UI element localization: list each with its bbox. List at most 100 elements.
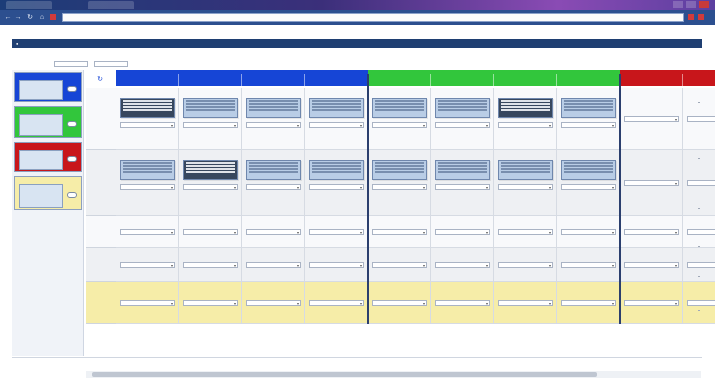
cell-select[interactable]: ▾ (498, 122, 553, 128)
left-panel-item[interactable] (14, 176, 82, 210)
cell-select[interactable]: ▾ (246, 300, 301, 306)
cell-select[interactable]: ▾ (309, 122, 364, 128)
cell-select[interactable]: ▾ (372, 300, 427, 306)
cell-select[interactable]: ▾ (372, 229, 427, 235)
column-header[interactable] (242, 74, 305, 86)
cell-select[interactable]: ▾ (435, 184, 490, 190)
cell-select[interactable]: ▾ (435, 262, 490, 268)
cell-select[interactable]: ▾ (498, 300, 553, 306)
cell-select[interactable]: ▾ (372, 184, 427, 190)
from-date-select[interactable] (54, 61, 88, 67)
cell-select[interactable]: ▾ (561, 229, 616, 235)
toggle-switch[interactable] (67, 156, 77, 162)
minimize-button[interactable] (673, 1, 683, 8)
appointment-card[interactable] (498, 160, 553, 180)
refresh-icon[interactable]: ↻ (96, 76, 104, 84)
reload-icon[interactable]: ↻ (26, 14, 34, 21)
cell-select[interactable]: ▾ (435, 229, 490, 235)
appointment-card[interactable] (561, 160, 616, 180)
column-header[interactable] (305, 74, 368, 86)
cell-select[interactable]: ▾ (624, 300, 679, 306)
toggle-switch[interactable] (67, 192, 77, 198)
appointment-card[interactable] (372, 98, 427, 118)
cell-select[interactable]: ▾ (372, 122, 427, 128)
appointment-card[interactable] (498, 98, 553, 118)
stop-icon[interactable] (50, 14, 56, 20)
horizontal-scrollbar-thumb[interactable] (92, 372, 597, 377)
cell-select[interactable]: ▾ (624, 116, 679, 122)
cell-select[interactable]: ▾ (687, 262, 715, 268)
appointment-card[interactable] (435, 98, 490, 118)
cell-select[interactable]: ▾ (435, 300, 490, 306)
cell-select[interactable]: ▾ (183, 122, 238, 128)
cell-select[interactable]: ▾ (687, 229, 715, 235)
column-header[interactable] (683, 74, 715, 86)
cell-select[interactable]: ▾ (561, 262, 616, 268)
cell-select[interactable]: ▾ (120, 262, 175, 268)
cell-select[interactable]: ▾ (372, 262, 427, 268)
cell-select[interactable]: ▾ (309, 229, 364, 235)
menu-item[interactable] (118, 40, 148, 47)
close-window-button[interactable] (699, 1, 709, 8)
column-header[interactable] (557, 74, 620, 86)
cell-select[interactable]: ▾ (561, 300, 616, 306)
column-header[interactable] (431, 74, 494, 86)
column-header[interactable] (179, 74, 242, 86)
cell-select[interactable]: ▾ (687, 180, 715, 186)
left-panel-item[interactable] (14, 142, 82, 172)
appointment-card[interactable] (183, 160, 238, 180)
cell-select[interactable]: ▾ (120, 184, 175, 190)
menu-item[interactable] (294, 40, 324, 47)
cell-select[interactable]: ▾ (498, 262, 553, 268)
column-header[interactable] (494, 74, 557, 86)
cell-select[interactable]: ▾ (498, 184, 553, 190)
appointment-card[interactable] (120, 98, 175, 118)
cell-select[interactable]: ▾ (246, 122, 301, 128)
url-input[interactable] (62, 13, 684, 22)
appointment-card[interactable] (120, 160, 175, 180)
forward-arrow-icon[interactable]: → (14, 14, 22, 21)
toggle-switch[interactable] (67, 121, 77, 127)
cell-select[interactable]: ▾ (183, 262, 238, 268)
toggle-switch[interactable] (67, 86, 77, 92)
appointment-card[interactable] (246, 98, 301, 118)
cell-select[interactable]: ▾ (687, 300, 715, 306)
cell-select[interactable]: ▾ (246, 262, 301, 268)
cell-select[interactable]: ▾ (435, 122, 490, 128)
cell-select[interactable]: ▾ (183, 300, 238, 306)
to-date-select[interactable] (94, 61, 128, 67)
cell-select[interactable]: ▾ (246, 229, 301, 235)
cell-select[interactable]: ▾ (561, 184, 616, 190)
cell-select[interactable]: ▾ (246, 184, 301, 190)
menu-item[interactable] (214, 40, 242, 47)
appointment-card[interactable] (309, 98, 364, 118)
appointment-card[interactable] (246, 160, 301, 180)
appointment-card[interactable] (183, 98, 238, 118)
cell-select[interactable]: ▾ (120, 122, 175, 128)
cell-select[interactable]: ▾ (309, 262, 364, 268)
menu-icon[interactable] (698, 14, 704, 20)
menu-item[interactable] (246, 40, 290, 47)
appointment-card[interactable] (372, 160, 427, 180)
left-panel-item[interactable] (14, 72, 82, 102)
cell-select[interactable]: ▾ (561, 122, 616, 128)
cell-select[interactable]: ▾ (120, 229, 175, 235)
cell-select[interactable]: ▾ (624, 229, 679, 235)
left-panel-item[interactable] (14, 106, 82, 138)
column-header[interactable] (620, 74, 683, 86)
maximize-button[interactable] (686, 1, 696, 8)
cell-select[interactable]: ▾ (309, 300, 364, 306)
menu-item[interactable] (186, 40, 210, 47)
appointment-card[interactable] (435, 160, 490, 180)
appointment-card[interactable] (309, 160, 364, 180)
cell-select[interactable]: ▾ (183, 229, 238, 235)
column-header[interactable] (368, 74, 431, 86)
cell-select[interactable]: ▾ (624, 262, 679, 268)
cell-select[interactable]: ▾ (309, 184, 364, 190)
home-icon[interactable]: ⌂ (38, 14, 46, 21)
appointment-card[interactable] (561, 98, 616, 118)
breadcrumb[interactable] (14, 51, 94, 56)
cell-select[interactable]: ▾ (120, 300, 175, 306)
menu-item[interactable] (150, 40, 182, 47)
browser-tab[interactable] (88, 1, 134, 9)
